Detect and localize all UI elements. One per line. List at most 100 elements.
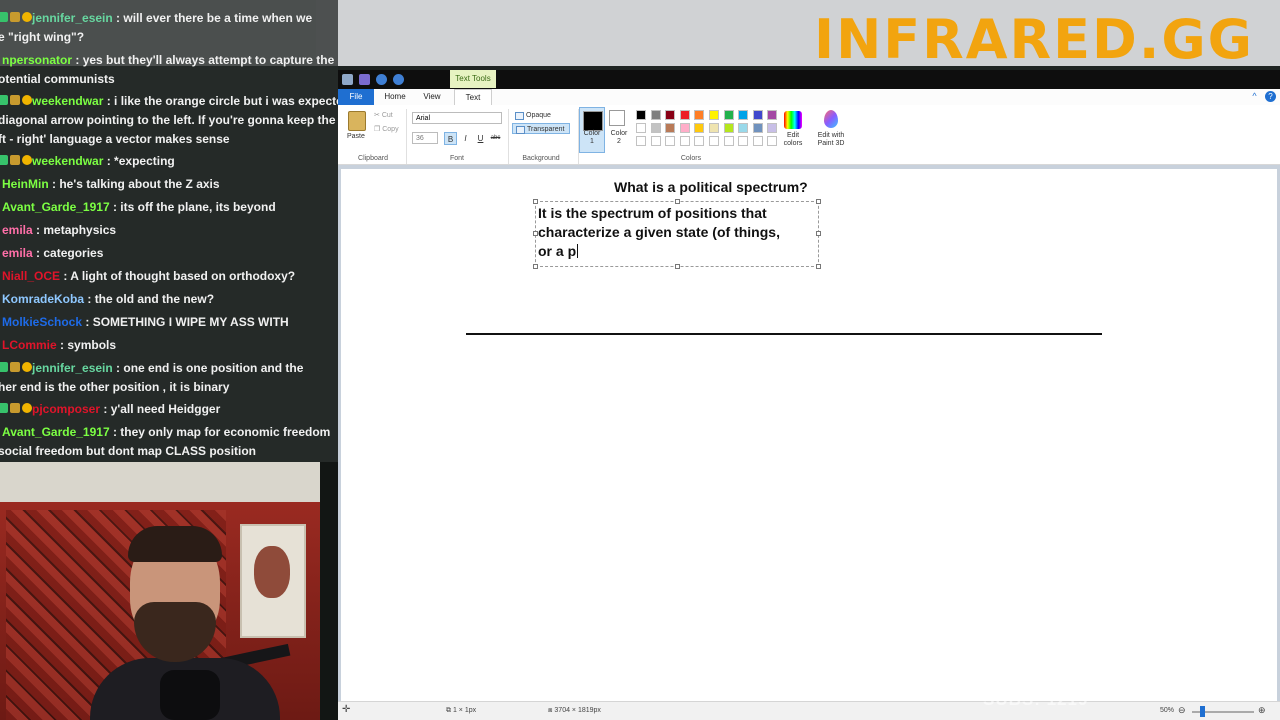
tab-home[interactable]: Home: [382, 89, 408, 105]
paste-button[interactable]: Paste: [347, 133, 365, 140]
palette-swatch[interactable]: [650, 110, 661, 120]
paint3d-icon[interactable]: [824, 110, 838, 128]
chat-message: jennifer_esein : will ever there be a ti…: [0, 9, 336, 28]
tab-view[interactable]: View: [420, 89, 444, 105]
palette-swatch-empty[interactable]: [723, 136, 734, 146]
opaque-option[interactable]: Opaque: [512, 110, 551, 121]
resize-handle[interactable]: [675, 199, 680, 204]
palette-swatch[interactable]: [752, 123, 763, 133]
save-icon[interactable]: [359, 74, 370, 85]
palette-swatch-empty[interactable]: [767, 136, 778, 146]
palette-swatch[interactable]: [709, 123, 719, 133]
resize-handle[interactable]: [533, 199, 538, 204]
italic-button[interactable]: I: [459, 132, 472, 145]
palette-swatch[interactable]: [767, 110, 778, 120]
palette-swatch[interactable]: [752, 110, 763, 120]
palette-swatch-empty[interactable]: [694, 136, 705, 146]
underline-button[interactable]: U: [474, 132, 487, 145]
resize-handle[interactable]: [816, 231, 821, 236]
chat-username[interactable]: HeinMin: [2, 177, 49, 191]
chat-username[interactable]: jennifer_esein: [32, 11, 113, 25]
strikethrough-button[interactable]: abc: [489, 132, 502, 145]
zoom-out-icon[interactable]: ⊖: [1178, 705, 1186, 716]
redo-icon[interactable]: [393, 74, 404, 85]
palette-swatch[interactable]: [738, 123, 749, 133]
palette-swatch[interactable]: [679, 110, 690, 120]
chat-text: : categories: [36, 246, 104, 260]
font-size-select[interactable]: 36: [412, 132, 438, 144]
palette-swatch[interactable]: [636, 110, 646, 120]
color1-swatch: [583, 111, 603, 131]
palette-swatch[interactable]: [665, 110, 676, 120]
palette-swatch-empty[interactable]: [709, 136, 719, 146]
cursor-position-icon: ✛: [342, 704, 351, 715]
chat-username[interactable]: npersonator: [2, 53, 72, 67]
palette-swatch[interactable]: [738, 110, 749, 120]
zoom-slider-thumb[interactable]: [1200, 706, 1205, 717]
palette-swatch[interactable]: [679, 123, 690, 133]
palette-swatch-empty[interactable]: [738, 136, 749, 146]
chat-message: jennifer_esein : one end is one position…: [0, 359, 336, 378]
palette-swatch[interactable]: [650, 123, 661, 133]
palette-swatch-empty[interactable]: [636, 136, 646, 146]
tab-text[interactable]: Text: [454, 89, 492, 106]
chat-message: her end is the other position , it is bi…: [0, 378, 336, 397]
chat-message: social freedom but dont map CLASS positi…: [0, 442, 336, 461]
palette-swatch[interactable]: [767, 123, 778, 133]
chat-text: social freedom but dont map CLASS positi…: [0, 444, 257, 458]
resize-handle[interactable]: [533, 264, 538, 269]
chat-badges-icon: [0, 154, 32, 166]
edit-with-paint3d-button[interactable]: Edit with Paint 3D: [814, 132, 848, 148]
chat-username[interactable]: pjcomposer: [32, 402, 100, 416]
chat-username[interactable]: MolkieSchock: [2, 315, 82, 329]
color2-button[interactable]: [609, 110, 625, 126]
palette-swatch-empty[interactable]: [752, 136, 763, 146]
chat-username[interactable]: Avant_Garde_1917: [2, 425, 110, 439]
ribbon-tabs: File Home View Text ^ ?: [338, 89, 1280, 106]
resize-handle[interactable]: [816, 199, 821, 204]
resize-handle[interactable]: [533, 231, 538, 236]
chat-username[interactable]: emila: [2, 223, 33, 237]
palette-swatch[interactable]: [694, 123, 705, 133]
chat-username[interactable]: weekendwar: [32, 154, 103, 168]
chat-username[interactable]: Avant_Garde_1917: [2, 200, 110, 214]
minimize-ribbon-icon[interactable]: ^: [1249, 91, 1260, 102]
resize-handle[interactable]: [675, 264, 680, 269]
undo-icon[interactable]: [376, 74, 387, 85]
font-family-select[interactable]: Arial: [412, 112, 502, 124]
palette-swatch-empty[interactable]: [665, 136, 676, 146]
chat-message: diagonal arrow pointing to the left. If …: [0, 111, 336, 130]
palette-swatch[interactable]: [723, 110, 734, 120]
transparent-option[interactable]: Transparent: [512, 123, 570, 134]
palette-swatch[interactable]: [694, 110, 705, 120]
chat-text: : y'all need Heidgger: [103, 402, 221, 416]
edit-colors-button[interactable]: Edit colors: [780, 132, 806, 148]
text-box[interactable]: It is the spectrum of positions that cha…: [533, 199, 821, 269]
cut-button[interactable]: ✂ Cut: [374, 111, 393, 119]
help-icon[interactable]: ?: [1265, 91, 1276, 102]
chat-message: Avant_Garde_1917 : they only map for eco…: [2, 423, 338, 442]
resize-handle[interactable]: [816, 264, 821, 269]
chat-username[interactable]: KomradeKoba: [2, 292, 84, 306]
chat-username[interactable]: jennifer_esein: [32, 361, 113, 375]
bold-button[interactable]: B: [444, 132, 457, 145]
edit-colors-icon[interactable]: [784, 111, 802, 129]
palette-swatch[interactable]: [723, 123, 734, 133]
palette-swatch[interactable]: [636, 123, 646, 133]
zoom-in-icon[interactable]: ⊕: [1258, 705, 1266, 716]
chat-username[interactable]: emila: [2, 246, 33, 260]
palette-swatch-empty[interactable]: [650, 136, 661, 146]
chat-username[interactable]: weekendwar: [32, 94, 103, 108]
palette-swatch[interactable]: [709, 110, 719, 120]
color2-label: Color 2: [610, 130, 628, 145]
paste-icon[interactable]: [348, 111, 366, 131]
drawing-canvas[interactable]: What is a political spectrum? It is the …: [341, 169, 1277, 701]
brand-logo: INFRARED.GG: [814, 8, 1254, 71]
chat-username[interactable]: LCommie: [2, 338, 57, 352]
chat-badges-icon: [0, 94, 32, 106]
palette-swatch[interactable]: [665, 123, 676, 133]
tab-file[interactable]: File: [338, 89, 374, 105]
chat-username[interactable]: Niall_OCE: [2, 269, 60, 283]
palette-swatch-empty[interactable]: [679, 136, 690, 146]
copy-button[interactable]: ❐ Copy: [374, 125, 399, 133]
